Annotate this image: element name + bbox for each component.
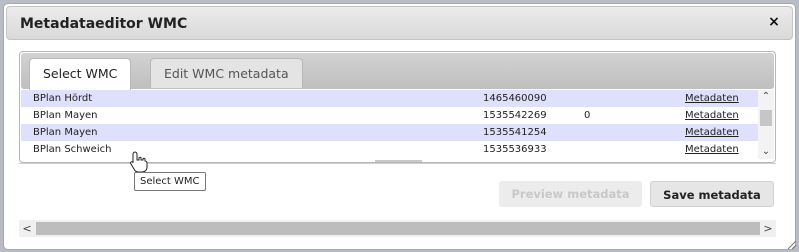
tab-edit-wmc-metadata[interactable]: Edit WMC metadata xyxy=(150,58,303,88)
row-id: 1535541254 xyxy=(483,127,547,138)
row-extra: 0 xyxy=(584,110,591,121)
wmc-table: BPlan Hördt 1465460090 Metadaten BPlan M… xyxy=(21,90,759,159)
row-id: 1535536933 xyxy=(483,144,547,155)
horizontal-scroll-thumb[interactable] xyxy=(36,222,760,235)
tab-select-wmc[interactable]: Select WMC xyxy=(29,58,132,90)
hand-cursor-icon xyxy=(130,151,148,173)
dialog-horizontal-scrollbar[interactable]: < > xyxy=(19,220,776,237)
metadaten-link[interactable]: Metadaten xyxy=(685,90,739,107)
row-id: 1535542269 xyxy=(483,110,547,121)
scroll-left-icon[interactable]: < xyxy=(19,220,35,237)
close-icon[interactable]: × xyxy=(766,14,782,32)
row-id: 1465460090 xyxy=(483,93,547,104)
wmc-panel: Select WMC Edit WMC metadata BPlan Hördt… xyxy=(19,51,776,163)
scroll-down-icon[interactable]: ⌄ xyxy=(758,146,774,160)
row-name: BPlan Hördt xyxy=(33,93,93,104)
row-name: BPlan Mayen xyxy=(33,127,98,138)
table-row[interactable]: BPlan Mayen 1535542269 0 Metadaten xyxy=(21,107,759,124)
row-name: BPlan Schweich xyxy=(33,144,112,155)
vertical-scroll-thumb[interactable] xyxy=(760,110,772,126)
dialog-titlebar[interactable]: Metadataeditor WMC × xyxy=(6,6,793,40)
metadaten-link[interactable]: Metadaten xyxy=(685,107,739,124)
table-row[interactable]: BPlan Mayen 1535541254 Metadaten xyxy=(21,124,759,141)
table-row[interactable]: BPlan Hördt 1465460090 Metadaten xyxy=(21,90,759,107)
dialog-title: Metadataeditor WMC xyxy=(20,16,188,32)
tab-bar: Select WMC Edit WMC metadata xyxy=(21,53,774,90)
table-vertical-scrollbar[interactable]: ⌃ ⌄ xyxy=(758,90,774,159)
save-metadata-button[interactable]: Save metadata xyxy=(650,181,774,207)
preview-metadata-button[interactable]: Preview metadata xyxy=(499,181,642,207)
scroll-up-icon[interactable]: ⌃ xyxy=(758,91,774,105)
metadaten-link[interactable]: Metadaten xyxy=(685,124,739,141)
resize-grip-icon[interactable] xyxy=(785,238,797,250)
scroll-right-icon[interactable]: > xyxy=(760,220,776,237)
row-name: BPlan Mayen xyxy=(33,110,98,121)
metadaten-link[interactable]: Metadaten xyxy=(685,141,739,158)
tooltip: Select WMC xyxy=(134,172,206,191)
